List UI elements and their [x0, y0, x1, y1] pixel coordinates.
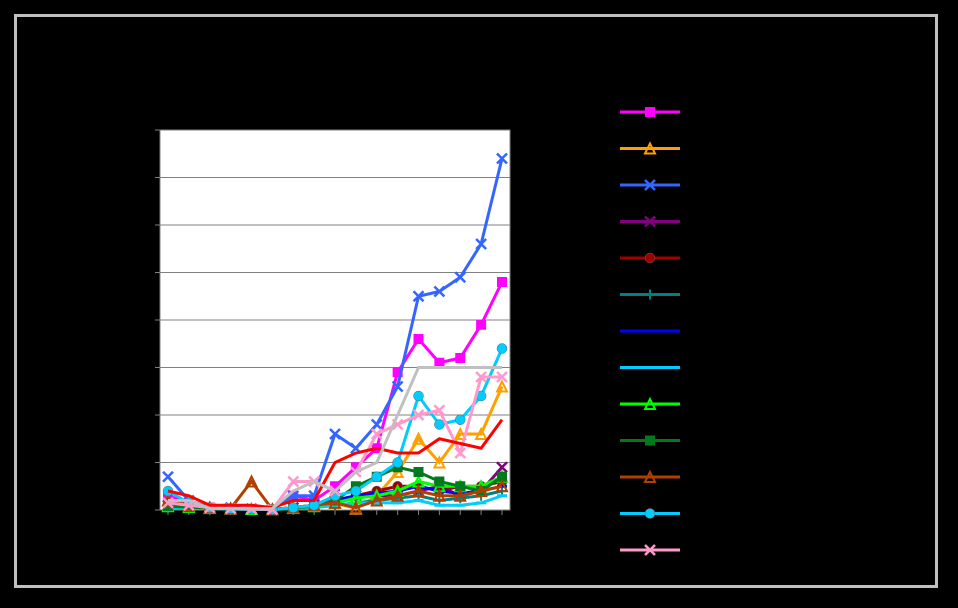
legend-item: Plzeňský [620, 250, 742, 266]
data-point [497, 277, 507, 287]
legend-label: Ústecký [686, 323, 736, 339]
legend-item: Královéhradecký [620, 396, 790, 412]
data-point [434, 419, 445, 430]
legend-label: Plzeňský [686, 250, 742, 266]
legend-label: Královéhradecký [686, 396, 790, 412]
data-point [413, 390, 424, 402]
legend: Hlavní město Praha Středočeský Hlavní měst… [620, 104, 921, 558]
y-tick-label: 3 000 [117, 360, 152, 376]
legend-label: Karlovarský [686, 287, 759, 303]
legend-label: Středočeský [686, 141, 763, 157]
y-tick-label: 5 000 [117, 265, 152, 281]
data-point [392, 457, 403, 468]
legend-marker [644, 508, 656, 519]
data-point [455, 353, 466, 363]
legend-label: Hlavní město Praha [686, 104, 809, 120]
legend-item: Hlavní město Praha [620, 104, 809, 120]
data-point [350, 485, 362, 497]
line-chart: Modernizované byty, obdobi 1990-2006 (sl… [72, 39, 921, 558]
data-point [371, 471, 382, 482]
legend-item: Liberecký [620, 360, 746, 376]
legend-item: Středočeský [620, 141, 763, 157]
legend-item: Jihomoravský [620, 506, 772, 522]
data-point [413, 467, 424, 477]
y-tick-label: 4 000 [117, 312, 152, 328]
data-point [455, 414, 466, 425]
legend-item: Pardubický [620, 433, 755, 449]
y-tick-label: 8 000 [117, 122, 152, 138]
data-point [288, 502, 299, 513]
legend-label: Jihomoravský [686, 506, 772, 522]
legend-marker [644, 252, 656, 264]
legend-marker [645, 435, 655, 446]
data-point [496, 343, 508, 354]
chart-title: Modernizované byty, obdobi 1990-2006 (sl… [72, 39, 541, 56]
data-point [476, 319, 487, 330]
legend-marker [645, 289, 655, 300]
legend-item: Karlovarský [620, 287, 759, 303]
legend-label: Pardubický [686, 433, 755, 449]
data-point [413, 334, 424, 344]
legend-label: Jihočeský [686, 214, 747, 230]
y-tick-label: 1 000 [117, 455, 152, 471]
legend-item: Jihočeský [620, 214, 747, 230]
data-point [434, 476, 445, 487]
legend-item: Ústecký [620, 323, 736, 339]
legend-label: Olomoucký [686, 542, 756, 558]
y-tick-label: 7 000 [117, 170, 152, 186]
legend-label: Hlavní město Praha + Středočeský kr. [686, 177, 921, 193]
y-tick-label: 2 000 [117, 407, 152, 423]
legend-label: Liberecký [686, 360, 746, 376]
legend-item: Olomoucký [620, 542, 756, 558]
legend-item: Vysočina [620, 469, 743, 485]
legend-label: Vysočina [686, 469, 743, 485]
legend-item: Hlavní město Praha + Středočeský kr. [620, 177, 921, 193]
legend-marker [645, 107, 655, 117]
y-tick-label: 0 [144, 502, 152, 518]
y-tick-label: 6 000 [117, 217, 152, 233]
